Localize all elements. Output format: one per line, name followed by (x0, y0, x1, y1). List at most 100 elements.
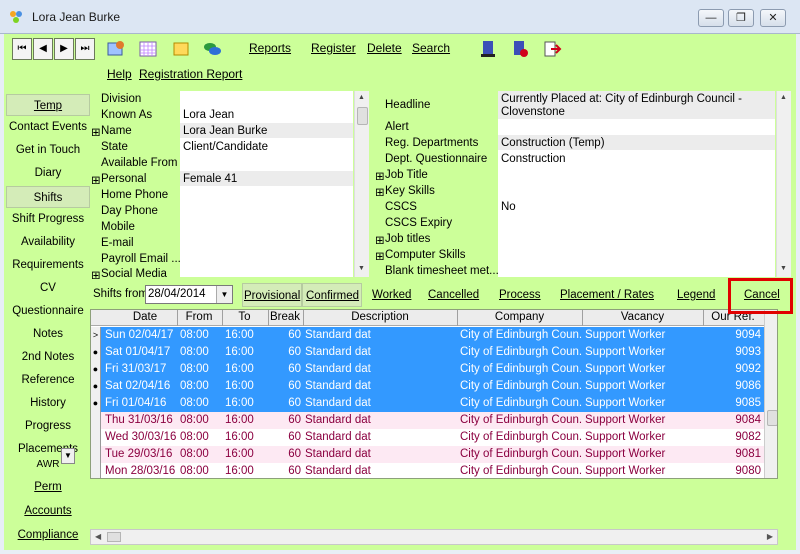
row-indicator[interactable]: ● (91, 361, 101, 378)
sidebar-item-placements[interactable]: Placements (6, 438, 90, 460)
job-titles-expand-icon[interactable]: ⊞ (375, 233, 385, 247)
table-row[interactable]: ● Sat 01/04/17 08:00 16:00 60 Standard dat Cit… (91, 344, 777, 361)
sidebar-item-get-in-touch[interactable]: Get in Touch (6, 139, 90, 161)
col-to[interactable]: To (222, 311, 267, 323)
legend-link[interactable]: Legend (677, 289, 715, 301)
chat-icon[interactable] (202, 39, 222, 59)
scroll-down-icon[interactable]: ▼ (780, 265, 787, 272)
scroll-thumb[interactable] (357, 107, 368, 125)
prev-record-button[interactable]: ◀ (33, 38, 53, 60)
right-panel-scrollbar[interactable]: ▲ ▼ (776, 91, 791, 277)
computer-skills-expand-icon[interactable]: ⊞ (375, 249, 385, 263)
search-link[interactable]: Search (412, 41, 450, 55)
calendar-icon[interactable] (138, 39, 158, 59)
cscs-value[interactable]: No (501, 201, 516, 213)
col-from[interactable]: From (177, 311, 221, 323)
first-record-button[interactable]: ⏮ (12, 38, 32, 60)
name-expand-icon[interactable]: ⊞ (91, 125, 101, 139)
minimize-button[interactable]: — (698, 9, 724, 27)
known-as-value[interactable]: Lora Jean (183, 109, 234, 121)
restore-button[interactable]: ❐ (728, 9, 754, 27)
reg-departments-value[interactable]: Construction (Temp) (501, 137, 605, 149)
user-settings-icon[interactable] (106, 39, 126, 59)
state-value[interactable]: Client/Candidate (183, 141, 268, 153)
sidebar-item-cv[interactable]: CV (6, 277, 90, 299)
sidebar-item-reference[interactable]: Reference (6, 369, 90, 391)
computer-icon[interactable] (479, 39, 499, 59)
row-indicator[interactable]: ● (91, 395, 101, 412)
table-row[interactable]: Mon 28/03/16 08:00 16:00 60 Standard dat City… (91, 463, 777, 478)
sidebar-item-awr[interactable]: AWR (6, 458, 90, 472)
delete-link[interactable]: Delete (367, 41, 402, 55)
personal-value[interactable]: Female 41 (183, 173, 237, 185)
table-row[interactable]: ● Fri 01/04/16 08:00 16:00 60 Standard dat Cit… (91, 395, 777, 412)
sidebar-item-questionnaire[interactable]: Questionnaire (6, 300, 90, 322)
row-indicator[interactable]: > (91, 327, 101, 344)
network-icon[interactable] (510, 39, 530, 59)
social-media-expand-icon[interactable]: ⊞ (91, 268, 101, 282)
sidebar-item-availability[interactable]: Availability (6, 231, 90, 253)
close-button[interactable]: ✕ (760, 9, 786, 27)
sidebar-item-accounts[interactable]: Accounts (6, 500, 90, 522)
col-break[interactable]: Break (268, 311, 302, 323)
sidebar-item-temp[interactable]: Temp (6, 94, 90, 116)
table-row[interactable]: Thu 31/03/16 08:00 16:00 60 Standard dat City… (91, 412, 777, 429)
row-indicator[interactable] (91, 463, 101, 478)
personal-expand-icon[interactable]: ⊞ (91, 173, 101, 187)
row-indicator[interactable]: ● (91, 344, 101, 361)
row-indicator[interactable] (91, 429, 101, 446)
row-indicator[interactable]: ● (91, 378, 101, 395)
scroll-up-icon[interactable]: ▲ (780, 94, 787, 101)
date-dropdown-icon[interactable]: ▼ (216, 286, 232, 303)
table-row[interactable]: Wed 30/03/16 08:00 16:00 60 Standard dat City… (91, 429, 777, 446)
sidebar-item-notes[interactable]: Notes (6, 323, 90, 345)
row-indicator[interactable] (91, 446, 101, 463)
scroll-up-icon[interactable]: ▲ (358, 94, 365, 101)
headline-value[interactable]: Currently Placed at: City of Edinburgh C… (501, 93, 751, 119)
provisional-link[interactable]: Provisional (244, 290, 300, 302)
sidebar-item-compliance[interactable]: Compliance (6, 524, 90, 546)
exit-icon[interactable] (542, 39, 562, 59)
sidebar-item-shift-progress[interactable]: Shift Progress (6, 208, 90, 230)
table-row[interactable]: > Sun 02/04/17 08:00 16:00 60 Standard dat Cit… (91, 327, 777, 344)
table-row[interactable]: Tue 29/03/16 08:00 16:00 60 Standard dat City… (91, 446, 777, 463)
horizontal-scrollbar[interactable]: ◀ ▶ (90, 529, 778, 545)
register-link[interactable]: Register (311, 41, 356, 55)
h-scroll-thumb[interactable] (107, 532, 121, 542)
note-icon[interactable] (171, 39, 191, 59)
job-title-expand-icon[interactable]: ⊞ (375, 169, 385, 183)
name-value[interactable]: Lora Jean Burke (183, 125, 267, 137)
grid-scroll-thumb[interactable] (767, 410, 777, 426)
help-link[interactable]: Help (107, 67, 132, 81)
process-link[interactable]: Process (499, 289, 541, 301)
sidebar-item-requirements[interactable]: Requirements (6, 254, 90, 276)
next-record-button[interactable]: ▶ (54, 38, 74, 60)
worked-link[interactable]: Worked (372, 289, 411, 301)
left-panel-scrollbar[interactable]: ▲ ▼ (354, 91, 369, 277)
placement-rates-link[interactable]: Placement / Rates (560, 289, 654, 301)
sidebar-item-progress[interactable]: Progress (6, 415, 90, 437)
reports-link[interactable]: Reports (249, 41, 291, 55)
sidebar-item-diary[interactable]: Diary (6, 162, 90, 184)
table-row[interactable]: ● Fri 31/03/17 08:00 16:00 60 Standard dat Cit… (91, 361, 777, 378)
shifts-from-date-input[interactable]: 28/04/2014 ▼ (145, 285, 233, 304)
sidebar-item-perm[interactable]: Perm (6, 476, 90, 498)
sidebar-item-2nd-notes[interactable]: 2nd Notes (6, 346, 90, 368)
col-vacancy[interactable]: Vacancy (582, 311, 703, 323)
dept-questionnaire-value[interactable]: Construction (501, 153, 566, 165)
sidebar-item-history[interactable]: History (6, 392, 90, 414)
confirmed-link[interactable]: Confirmed (306, 290, 359, 302)
row-indicator[interactable] (91, 412, 101, 429)
cancelled-link[interactable]: Cancelled (428, 289, 479, 301)
last-record-button[interactable]: ⏭ (75, 38, 95, 60)
col-company[interactable]: Company (457, 311, 582, 323)
scroll-down-icon[interactable]: ▼ (358, 265, 365, 272)
grid-scrollbar[interactable] (764, 310, 777, 478)
table-row[interactable]: ● Sat 02/04/16 08:00 16:00 60 Standard dat Cit… (91, 378, 777, 395)
sidebar-item-contact-events[interactable]: Contact Events (6, 116, 90, 138)
key-skills-expand-icon[interactable]: ⊞ (375, 185, 385, 199)
scroll-right-icon[interactable]: ▶ (767, 532, 773, 541)
scroll-left-icon[interactable]: ◀ (95, 532, 101, 541)
registration-report-link[interactable]: Registration Report (139, 67, 242, 81)
sidebar-item-shifts[interactable]: Shifts (6, 186, 90, 208)
